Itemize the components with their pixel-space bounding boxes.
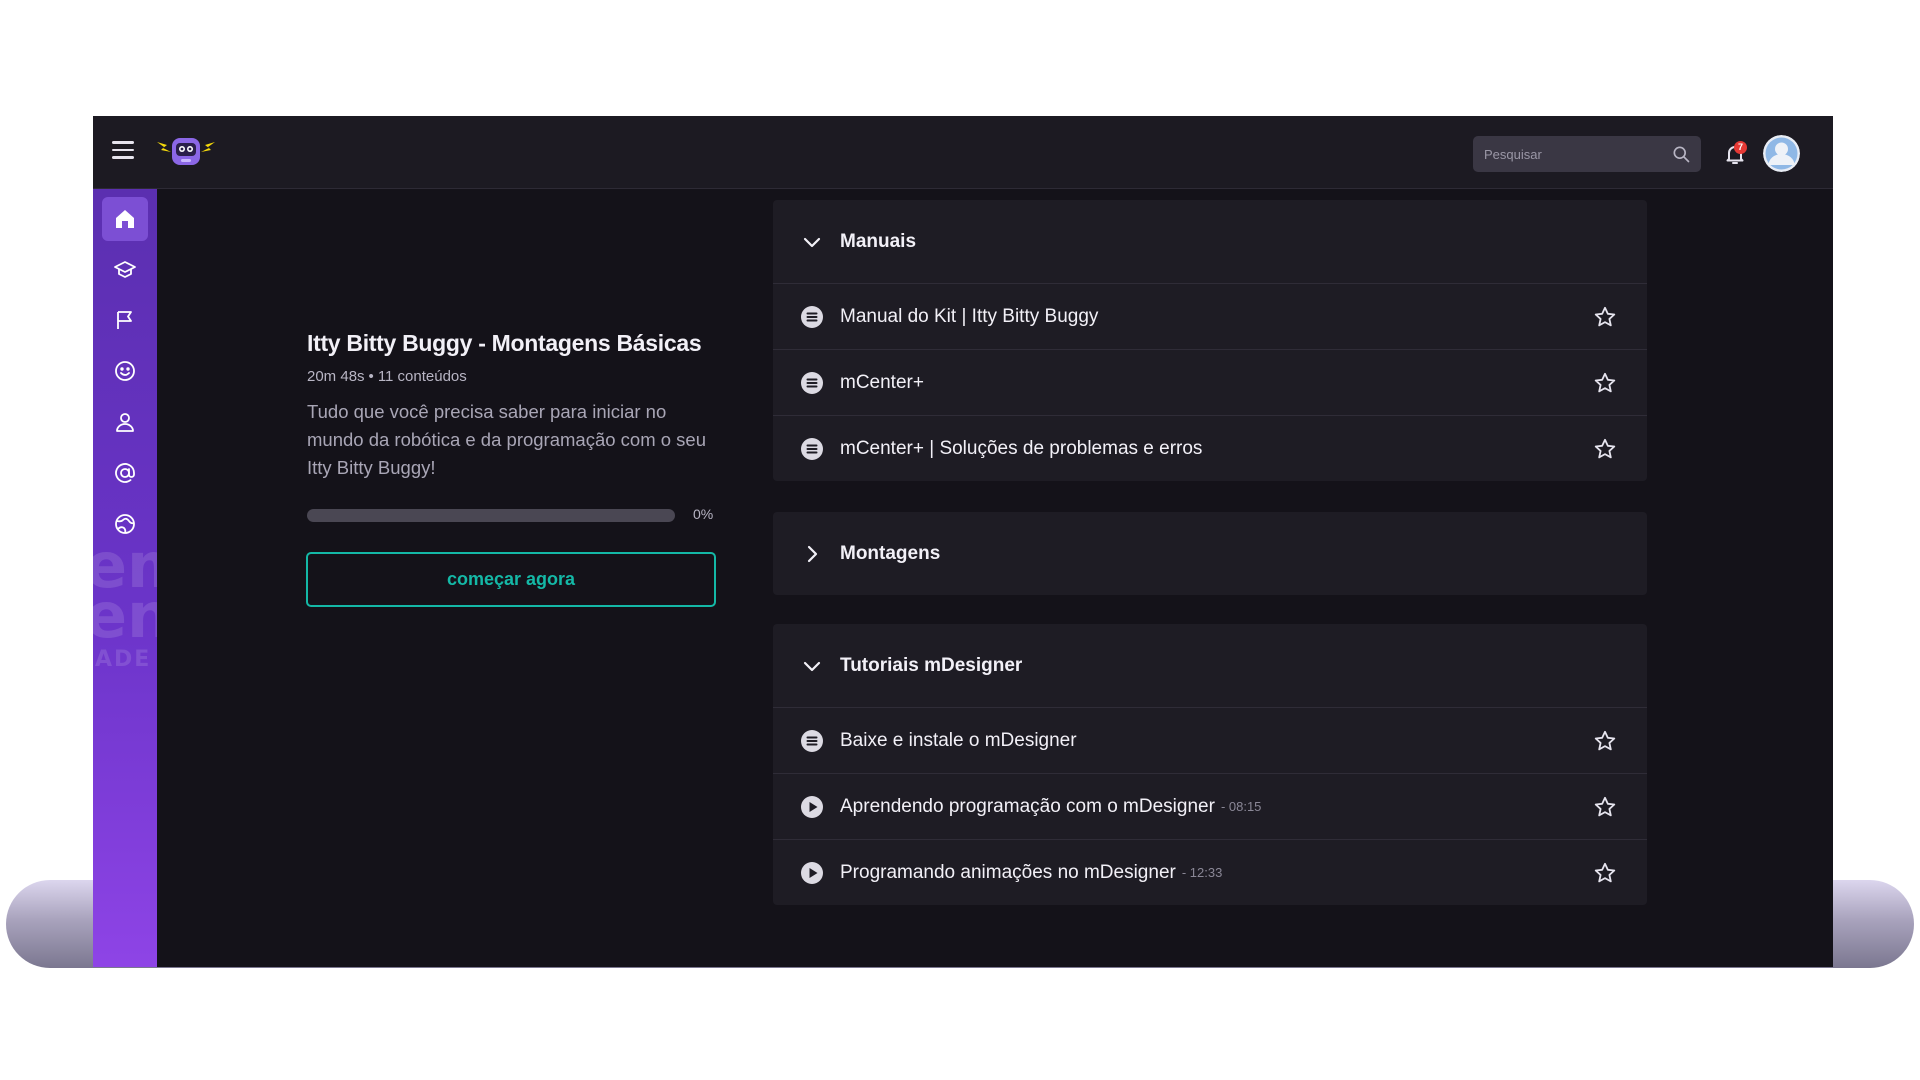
section-tutoriais-mdesigner: Tutoriais mDesigner Baixe e instale o mD…	[773, 624, 1647, 905]
star-icon[interactable]	[1593, 861, 1617, 885]
search-input[interactable]	[1473, 136, 1663, 172]
top-bar: 7	[93, 116, 1833, 189]
play-icon	[801, 795, 823, 818]
graduation-cap-icon	[114, 261, 136, 278]
item-title: mCenter+	[840, 371, 924, 393]
list-item[interactable]: Manual do Kit | Itty Bitty Buggy	[773, 283, 1647, 349]
progress-bar	[307, 509, 675, 522]
course-title: Itty Bitty Buggy - Montagens Básicas	[307, 330, 702, 356]
document-icon	[801, 729, 823, 752]
list-item[interactable]: mCenter+	[773, 349, 1647, 415]
item-duration: - 08:15	[1220, 799, 1262, 814]
star-icon[interactable]	[1593, 795, 1617, 819]
section-montagens: Montagens	[773, 512, 1647, 595]
item-duration: - 12:33	[1181, 865, 1223, 880]
section-header[interactable]: Tutoriais mDesigner	[773, 624, 1647, 707]
sidebar: em en ADE	[93, 189, 157, 967]
sidebar-item-profile[interactable]	[102, 400, 148, 444]
section-title: Montagens	[840, 542, 941, 564]
sidebar-watermark: ADE	[95, 647, 152, 672]
logo	[157, 138, 215, 165]
document-icon	[801, 371, 823, 394]
section-header[interactable]: Montagens	[773, 512, 1647, 595]
sidebar-item-emotions[interactable]	[102, 349, 148, 393]
sidebar-item-courses[interactable]	[102, 248, 148, 292]
meta-separator: •	[368, 368, 374, 385]
item-title: Programando animações no mDesigner	[840, 861, 1176, 883]
section-title: Tutoriais mDesigner	[840, 654, 1023, 676]
menu-icon[interactable]	[112, 141, 134, 161]
search-icon[interactable]	[1671, 144, 1691, 164]
chevron-down-icon	[803, 237, 821, 247]
sidebar-item-explore[interactable]	[102, 502, 148, 546]
sidebar-item-home[interactable]	[102, 197, 148, 241]
home-icon	[116, 210, 134, 228]
course-description: Tudo que você precisa saber para iniciar…	[307, 401, 707, 478]
sidebar-item-missions[interactable]	[102, 298, 148, 342]
app-window: 7 em en ADE	[93, 116, 1833, 967]
user-icon	[116, 413, 134, 432]
course-content-count: 11 conteúdos	[377, 368, 467, 385]
search-box	[1473, 136, 1701, 172]
list-item[interactable]: Baixe e instale o mDesigner	[773, 707, 1647, 773]
course-meta: 20m 48s • 11 conteúdos	[307, 368, 467, 385]
star-icon[interactable]	[1593, 371, 1617, 395]
star-icon[interactable]	[1593, 437, 1617, 461]
list-item[interactable]: Programando animações no mDesigner - 12:…	[773, 839, 1647, 905]
sidebar-watermark: en	[93, 579, 157, 652]
section-header[interactable]: Manuais	[773, 200, 1647, 283]
globe-icon	[115, 514, 135, 534]
course-duration: 20m 48s	[307, 368, 365, 385]
section-manuais: Manuais Manual do Kit | Itty Bitty Buggy…	[773, 200, 1647, 481]
start-now-button[interactable]: começar agora	[306, 552, 716, 607]
play-icon	[801, 861, 823, 884]
item-title: mCenter+ | Soluções de problemas e erros	[840, 437, 1203, 459]
sidebar-item-community[interactable]	[102, 451, 148, 495]
avatar[interactable]	[1763, 135, 1800, 172]
item-title: Manual do Kit | Itty Bitty Buggy	[840, 305, 1099, 327]
progress-label: 0%	[693, 506, 714, 522]
flag-icon	[117, 311, 132, 329]
document-icon	[801, 437, 823, 460]
list-item[interactable]: Aprendendo programação com o mDesigner -…	[773, 773, 1647, 839]
at-sign-icon	[115, 463, 135, 483]
chevron-down-icon	[803, 661, 821, 671]
star-icon[interactable]	[1593, 305, 1617, 329]
item-title: Aprendendo programação com o mDesigner	[840, 795, 1215, 817]
notification-badge: 7	[1734, 141, 1747, 154]
section-title: Manuais	[840, 230, 917, 252]
smile-icon	[115, 361, 135, 381]
chevron-right-icon	[807, 545, 818, 562]
item-title: Baixe e instale o mDesigner	[840, 729, 1077, 751]
list-item[interactable]: mCenter+ | Soluções de problemas e erros	[773, 415, 1647, 481]
document-icon	[801, 305, 823, 328]
star-icon[interactable]	[1593, 729, 1617, 753]
